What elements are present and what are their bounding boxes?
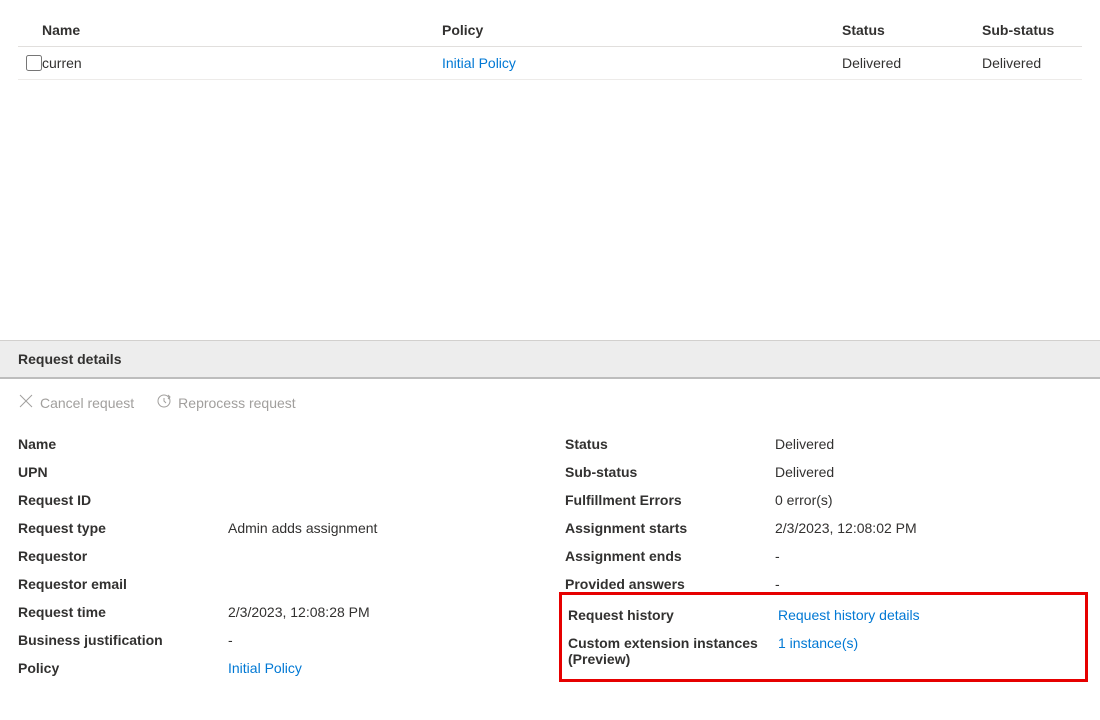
label-fulfillment-errors: Fulfillment Errors — [565, 492, 775, 508]
cell-substatus: Delivered — [982, 55, 1082, 71]
label-upn: UPN — [18, 464, 228, 480]
value-policy-link[interactable]: Initial Policy — [228, 660, 302, 676]
col-header-name[interactable]: Name — [42, 22, 442, 38]
value-request-type: Admin adds assignment — [228, 520, 535, 536]
value-business-justification: - — [228, 632, 535, 648]
label-business-justification: Business justification — [18, 632, 228, 648]
value-name — [228, 436, 535, 452]
request-history-details-link[interactable]: Request history details — [778, 607, 920, 623]
value-provided-answers: - — [775, 576, 1082, 592]
label-request-type: Request type — [18, 520, 228, 536]
reprocess-request-label: Reprocess request — [178, 395, 296, 411]
label-provided-answers: Provided answers — [565, 576, 775, 592]
value-assignment-ends: - — [775, 548, 1082, 564]
label-request-time: Request time — [18, 604, 228, 620]
details-grid: Name UPN Request ID Request typeAdmin ad… — [0, 430, 1100, 682]
value-requestor-email — [228, 576, 535, 592]
label-policy: Policy — [18, 660, 228, 676]
details-toolbar: Cancel request Reprocess request — [0, 379, 1100, 430]
cancel-request-label: Cancel request — [40, 395, 134, 411]
col-header-policy[interactable]: Policy — [442, 22, 842, 38]
label-status: Status — [565, 436, 775, 452]
value-fulfillment-errors: 0 error(s) — [775, 492, 1082, 508]
row-checkbox[interactable] — [26, 55, 42, 71]
request-details-header: Request details — [0, 340, 1100, 379]
value-status: Delivered — [775, 436, 1082, 452]
label-name: Name — [18, 436, 228, 452]
custom-extension-instances-link[interactable]: 1 instance(s) — [778, 635, 858, 651]
details-right-column: StatusDelivered Sub-statusDelivered Fulf… — [565, 430, 1082, 682]
label-custom-extension-instances: Custom extension instances (Preview) — [568, 635, 778, 667]
table-header-row: Name Policy Status Sub-status — [18, 18, 1082, 47]
close-icon — [18, 393, 34, 412]
label-assignment-starts: Assignment starts — [565, 520, 775, 536]
label-assignment-ends: Assignment ends — [565, 548, 775, 564]
label-request-id: Request ID — [18, 492, 228, 508]
value-upn — [228, 464, 535, 480]
value-requestor — [228, 548, 535, 564]
label-requestor-email: Requestor email — [18, 576, 228, 592]
value-request-id — [228, 492, 535, 508]
highlight-annotation: Request historyRequest history details C… — [559, 592, 1088, 682]
details-left-column: Name UPN Request ID Request typeAdmin ad… — [18, 430, 535, 682]
cancel-request-button[interactable]: Cancel request — [18, 393, 134, 412]
reprocess-request-button[interactable]: Reprocess request — [156, 393, 296, 412]
cell-status: Delivered — [842, 55, 982, 71]
requests-table: Name Policy Status Sub-status curren Ini… — [0, 0, 1100, 340]
reprocess-icon — [156, 393, 172, 412]
value-substatus: Delivered — [775, 464, 1082, 480]
table-row[interactable]: curren Initial Policy Delivered Delivere… — [18, 47, 1082, 80]
cell-name: curren — [42, 55, 442, 71]
value-request-time: 2/3/2023, 12:08:28 PM — [228, 604, 535, 620]
label-request-history: Request history — [568, 607, 778, 623]
col-header-status[interactable]: Status — [842, 22, 982, 38]
cell-policy-link[interactable]: Initial Policy — [442, 55, 516, 71]
label-requestor: Requestor — [18, 548, 228, 564]
col-header-substatus[interactable]: Sub-status — [982, 22, 1082, 38]
value-assignment-starts: 2/3/2023, 12:08:02 PM — [775, 520, 1082, 536]
label-substatus: Sub-status — [565, 464, 775, 480]
